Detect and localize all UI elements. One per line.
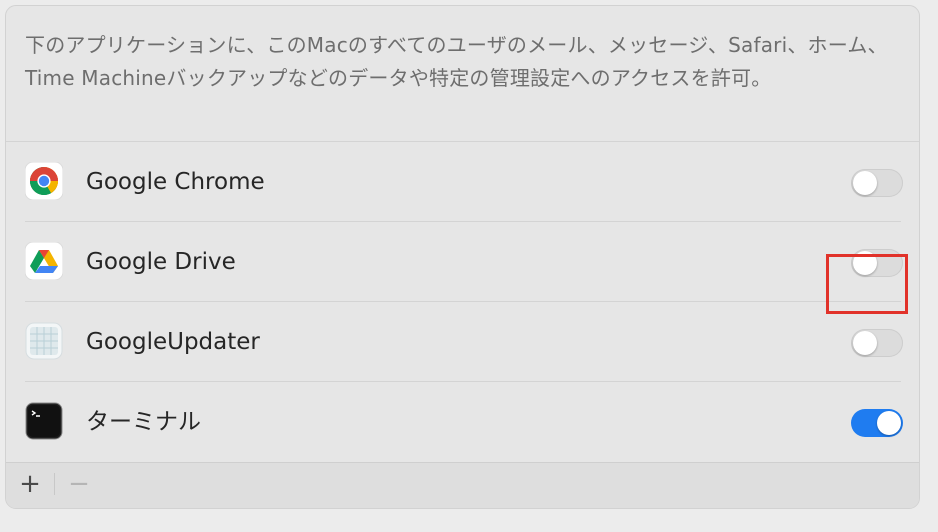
google-chrome-toggle[interactable] [851, 169, 903, 197]
googleupdater-toggle[interactable] [851, 329, 903, 357]
app-list: Google Chrome Google Drive GoogleUpdater… [6, 142, 919, 462]
description-text: 下のアプリケーションに、このMacのすべてのユーザのメール、メッセージ、Safa… [25, 33, 888, 90]
terminal-toggle[interactable] [851, 409, 903, 437]
app-name: Google Chrome [86, 169, 265, 195]
app-name: Google Drive [86, 249, 236, 275]
toggle-knob [853, 331, 877, 355]
app-row-terminal[interactable]: ターミナル [6, 382, 919, 462]
toggle-knob [877, 411, 901, 435]
terminal-icon [25, 402, 63, 440]
toggle-knob [853, 171, 877, 195]
highlight-box [826, 254, 908, 314]
full-disk-access-panel: 下のアプリケーションに、このMacのすべてのユーザのメール、メッセージ、Safa… [5, 5, 920, 509]
google-updater-icon [25, 322, 63, 360]
remove-button[interactable]: − [64, 469, 94, 499]
list-toolbar: + − [6, 462, 919, 508]
app-name: ターミナル [86, 409, 201, 435]
app-name: GoogleUpdater [86, 329, 260, 355]
app-row-google-chrome[interactable]: Google Chrome [6, 142, 919, 222]
add-button[interactable]: + [15, 469, 45, 499]
chrome-icon [24, 161, 64, 201]
google-drive-icon [24, 241, 64, 281]
toolbar-divider [54, 473, 55, 495]
app-row-googleupdater[interactable]: GoogleUpdater [6, 302, 919, 382]
app-row-google-drive[interactable]: Google Drive [6, 222, 919, 302]
